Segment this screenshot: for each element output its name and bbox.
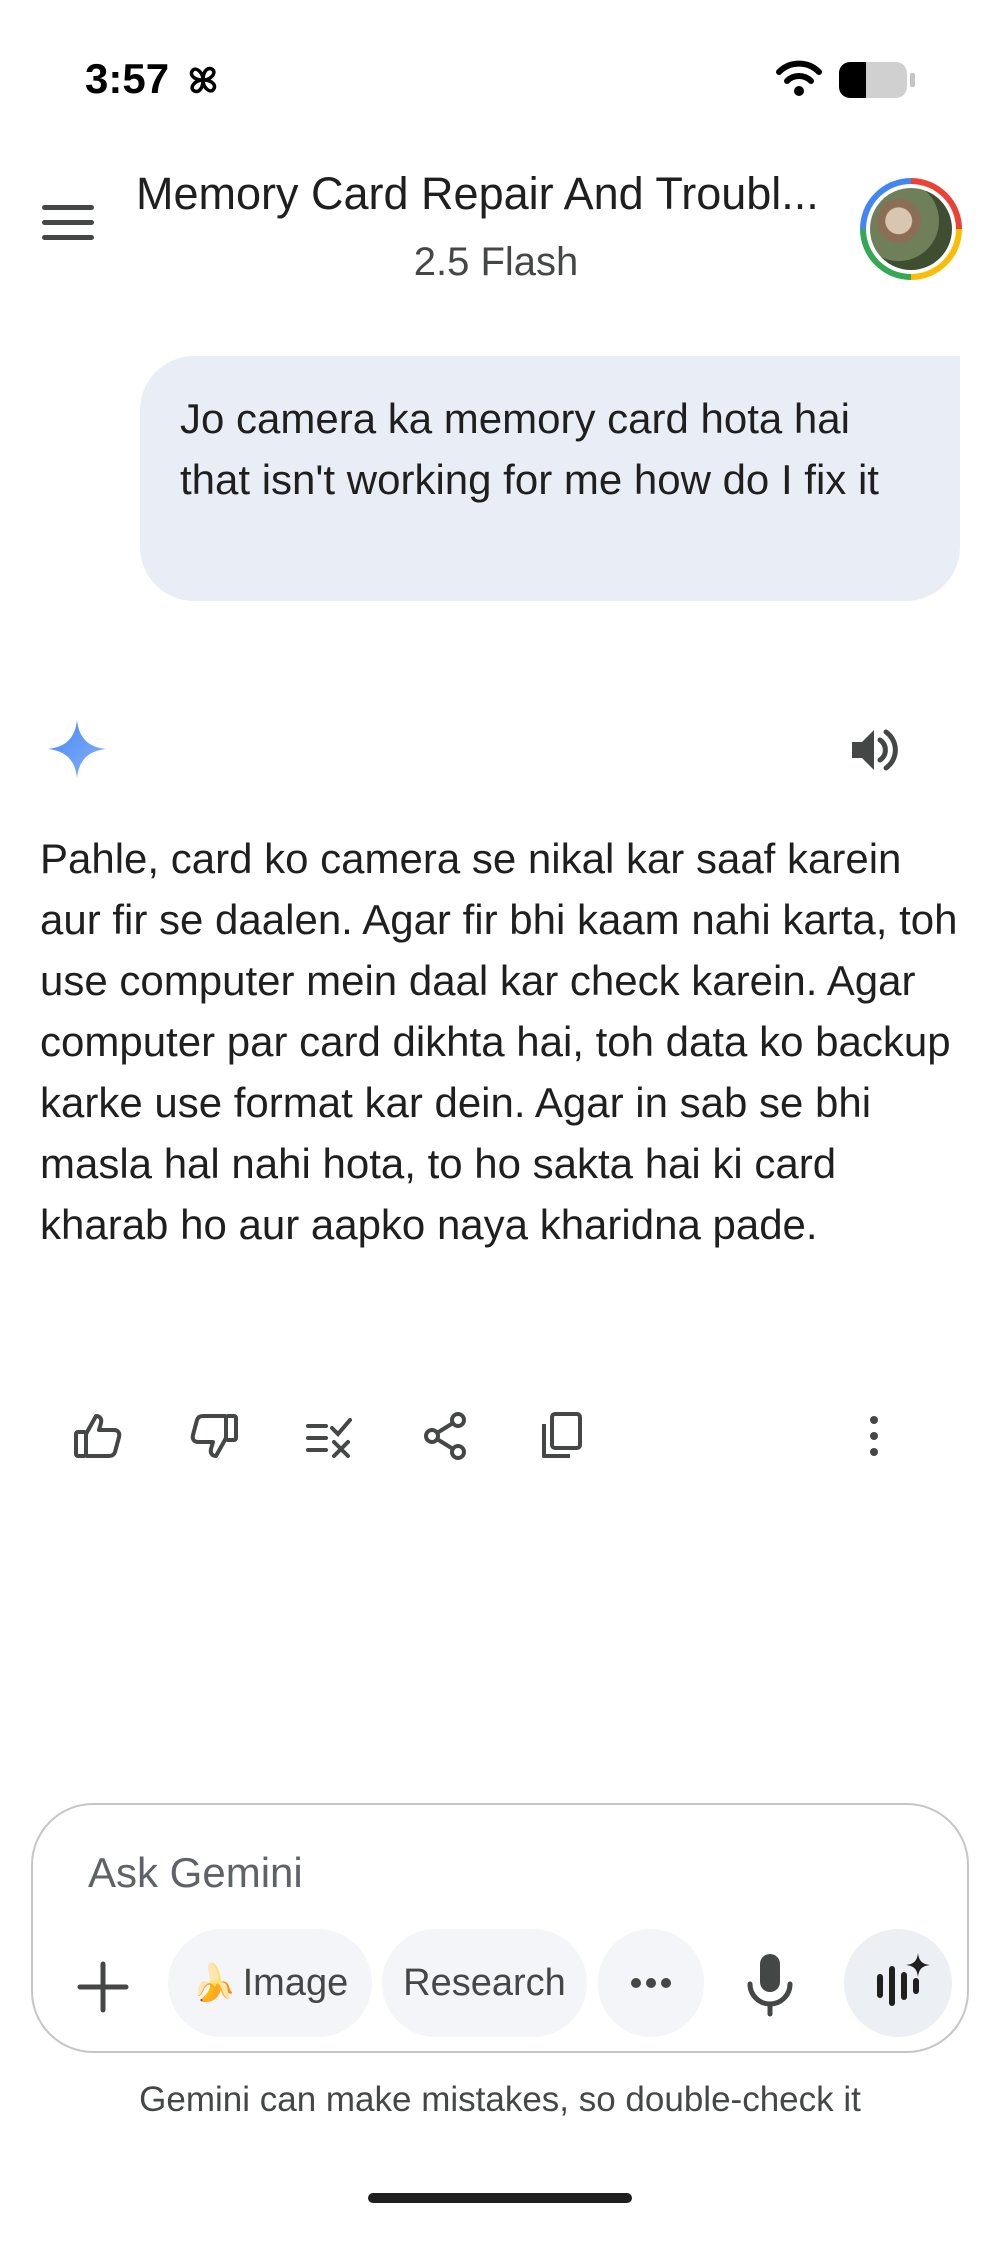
assistant-response: Pahle, card ko camera se nikal kar saaf … bbox=[40, 835, 958, 1248]
status-time: 3:57 bbox=[85, 55, 170, 102]
research-chip[interactable]: Research bbox=[382, 1929, 587, 2037]
gemini-spark-icon bbox=[48, 720, 106, 778]
hamburger-menu-icon[interactable] bbox=[42, 205, 94, 249]
thumbs-down-icon[interactable] bbox=[186, 1408, 242, 1464]
plus-icon[interactable] bbox=[70, 1954, 136, 2020]
user-message-bubble: Jo camera ka memory card hota hai that i… bbox=[140, 356, 960, 601]
copy-icon[interactable] bbox=[534, 1408, 590, 1464]
gemini-live-icon bbox=[877, 1953, 930, 2006]
share-icon[interactable] bbox=[418, 1408, 474, 1464]
model-selector[interactable]: 2.5 Flash bbox=[136, 240, 856, 285]
home-indicator[interactable] bbox=[368, 2193, 632, 2203]
chat-title: Memory Card Repair And Troubl... bbox=[136, 168, 819, 219]
image-chip-label: Image bbox=[242, 1961, 349, 2004]
avatar-photo bbox=[870, 188, 952, 270]
wifi-icon bbox=[776, 60, 822, 96]
avatar[interactable] bbox=[860, 178, 962, 280]
more-vert-icon[interactable] bbox=[846, 1408, 902, 1464]
more-horiz-icon bbox=[631, 1978, 671, 1988]
banana-emoji: 🍌 bbox=[191, 1962, 237, 2003]
thumbs-up-icon[interactable] bbox=[70, 1408, 126, 1464]
more-tools-chip[interactable] bbox=[598, 1929, 704, 2037]
image-chip[interactable]: 🍌 Image bbox=[168, 1929, 372, 2037]
disclaimer: Gemini can make mistakes, so double-chec… bbox=[139, 2080, 861, 2119]
double-check-icon[interactable] bbox=[302, 1408, 358, 1464]
microphone-icon[interactable] bbox=[740, 1950, 800, 2020]
ask-gemini-input[interactable] bbox=[88, 1838, 788, 1908]
gemini-live-button[interactable] bbox=[844, 1929, 952, 2037]
battery-icon bbox=[839, 62, 915, 98]
pinwheel-icon bbox=[189, 66, 217, 94]
speaker-icon[interactable] bbox=[846, 722, 902, 778]
research-chip-label: Research bbox=[403, 1961, 566, 2004]
